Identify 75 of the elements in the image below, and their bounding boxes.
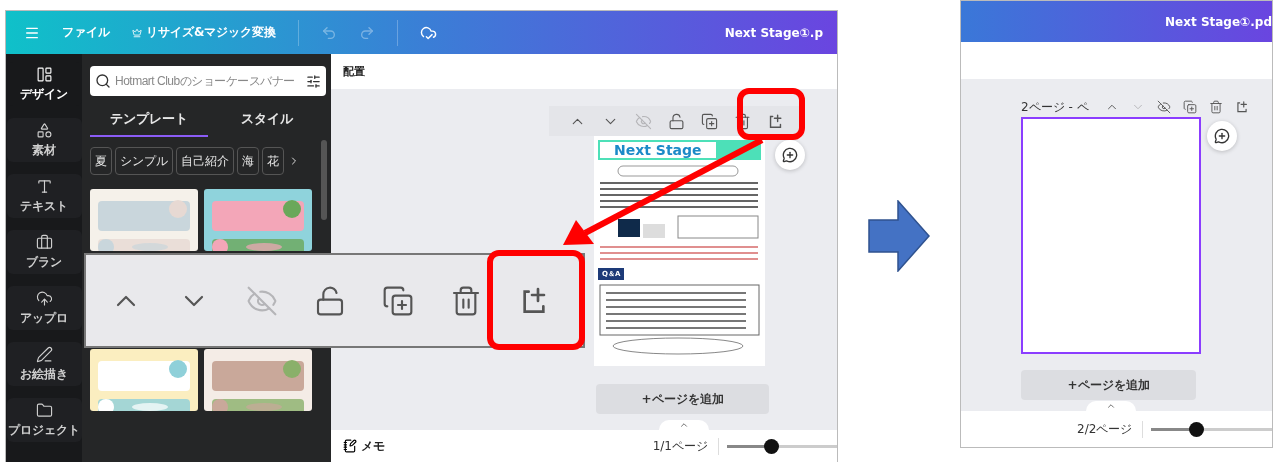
document-heading: Next Stage bbox=[600, 142, 716, 158]
search-bar[interactable]: Hotmart Clubのショーケースバナー bbox=[90, 66, 326, 96]
duplicate-button[interactable] bbox=[1182, 100, 1197, 114]
lock-button[interactable] bbox=[314, 284, 346, 317]
redo-icon bbox=[359, 24, 376, 41]
scrollbar[interactable] bbox=[321, 140, 327, 220]
sidebar-item[interactable]: お絵描き bbox=[6, 342, 82, 386]
page-count[interactable]: 1/1ページ bbox=[652, 437, 719, 455]
chevron-up-icon bbox=[1106, 401, 1116, 411]
unlock-icon bbox=[314, 284, 346, 317]
comment-icon bbox=[782, 147, 798, 163]
duplicate-icon bbox=[1182, 100, 1197, 114]
eye-off-icon bbox=[635, 112, 652, 130]
trash-icon bbox=[450, 284, 482, 317]
duplicate-button[interactable] bbox=[701, 112, 718, 130]
page-label: 2ページ - ペ bbox=[1021, 98, 1089, 116]
layout-icon bbox=[35, 65, 53, 83]
blank-page[interactable] bbox=[1021, 117, 1201, 354]
comment-button[interactable] bbox=[775, 140, 805, 170]
comment-button[interactable] bbox=[1207, 121, 1237, 151]
page-count[interactable]: 2/2ページ bbox=[1077, 420, 1144, 438]
cloud-upload-icon bbox=[35, 289, 53, 307]
sidebar-item[interactable]: プロジェクト bbox=[6, 398, 82, 442]
tab[interactable]: スタイル bbox=[208, 106, 326, 137]
duplicate-icon bbox=[382, 284, 414, 317]
cloud-check-icon bbox=[420, 24, 438, 41]
comment-icon bbox=[1214, 128, 1230, 144]
text-icon bbox=[35, 177, 53, 195]
filter-icon bbox=[306, 73, 321, 89]
delete-button[interactable] bbox=[1208, 100, 1223, 114]
sidebar-item[interactable]: 素材 bbox=[6, 118, 82, 162]
search-icon bbox=[95, 73, 111, 89]
highlight-frame bbox=[737, 88, 805, 140]
undo-icon bbox=[321, 24, 338, 41]
add-page-button[interactable]: +ページを追加 bbox=[1021, 370, 1196, 400]
slider-thumb[interactable] bbox=[764, 438, 779, 454]
delete-button[interactable] bbox=[450, 284, 482, 317]
filter-chip[interactable]: 花 bbox=[262, 147, 284, 175]
sidebar-item[interactable]: ブラン bbox=[6, 230, 82, 274]
hide-button[interactable] bbox=[1156, 100, 1171, 114]
delete-button[interactable] bbox=[734, 112, 751, 130]
briefcase-icon bbox=[35, 233, 53, 251]
lock-button[interactable] bbox=[668, 112, 685, 130]
filter-chip[interactable]: シンプル bbox=[115, 147, 173, 175]
add-page-button[interactable] bbox=[1234, 100, 1249, 114]
pen-icon bbox=[35, 345, 53, 363]
tab[interactable]: テンプレート bbox=[90, 106, 208, 137]
document-title: Next Stage①.pd bbox=[1165, 14, 1272, 29]
filter-chip[interactable]: 夏 bbox=[90, 147, 112, 175]
duplicate-button[interactable] bbox=[382, 284, 414, 317]
crown-icon bbox=[132, 27, 142, 38]
chevron-up-icon bbox=[679, 420, 689, 430]
add-page-icon bbox=[1234, 100, 1249, 114]
eye-off-icon bbox=[1156, 100, 1171, 114]
add-page-button[interactable]: +ページを追加 bbox=[596, 384, 769, 414]
position-label: 配置 bbox=[343, 64, 365, 79]
add-page-icon bbox=[767, 112, 784, 130]
cloud-save-button[interactable] bbox=[420, 24, 438, 41]
notes-icon bbox=[343, 439, 357, 453]
notes-label[interactable]: メモ bbox=[361, 437, 385, 455]
document-title: Next Stage①.p bbox=[724, 25, 823, 40]
sidebar-item[interactable]: アップロ bbox=[6, 286, 82, 330]
right-arrow-icon bbox=[868, 200, 930, 272]
trash-icon bbox=[1208, 100, 1223, 114]
filter-chip[interactable]: 自己紹介 bbox=[176, 147, 234, 175]
shapes-icon bbox=[35, 121, 53, 139]
slider-thumb[interactable] bbox=[1188, 421, 1204, 437]
folder-icon bbox=[35, 401, 53, 419]
trash-icon bbox=[734, 112, 751, 130]
add-page-button[interactable] bbox=[767, 112, 784, 130]
duplicate-icon bbox=[701, 112, 718, 130]
sidebar-item[interactable]: テキスト bbox=[6, 174, 82, 218]
eye-off-icon bbox=[246, 284, 278, 317]
unlock-icon bbox=[668, 112, 685, 130]
filter-chip[interactable]: 海 bbox=[237, 147, 259, 175]
